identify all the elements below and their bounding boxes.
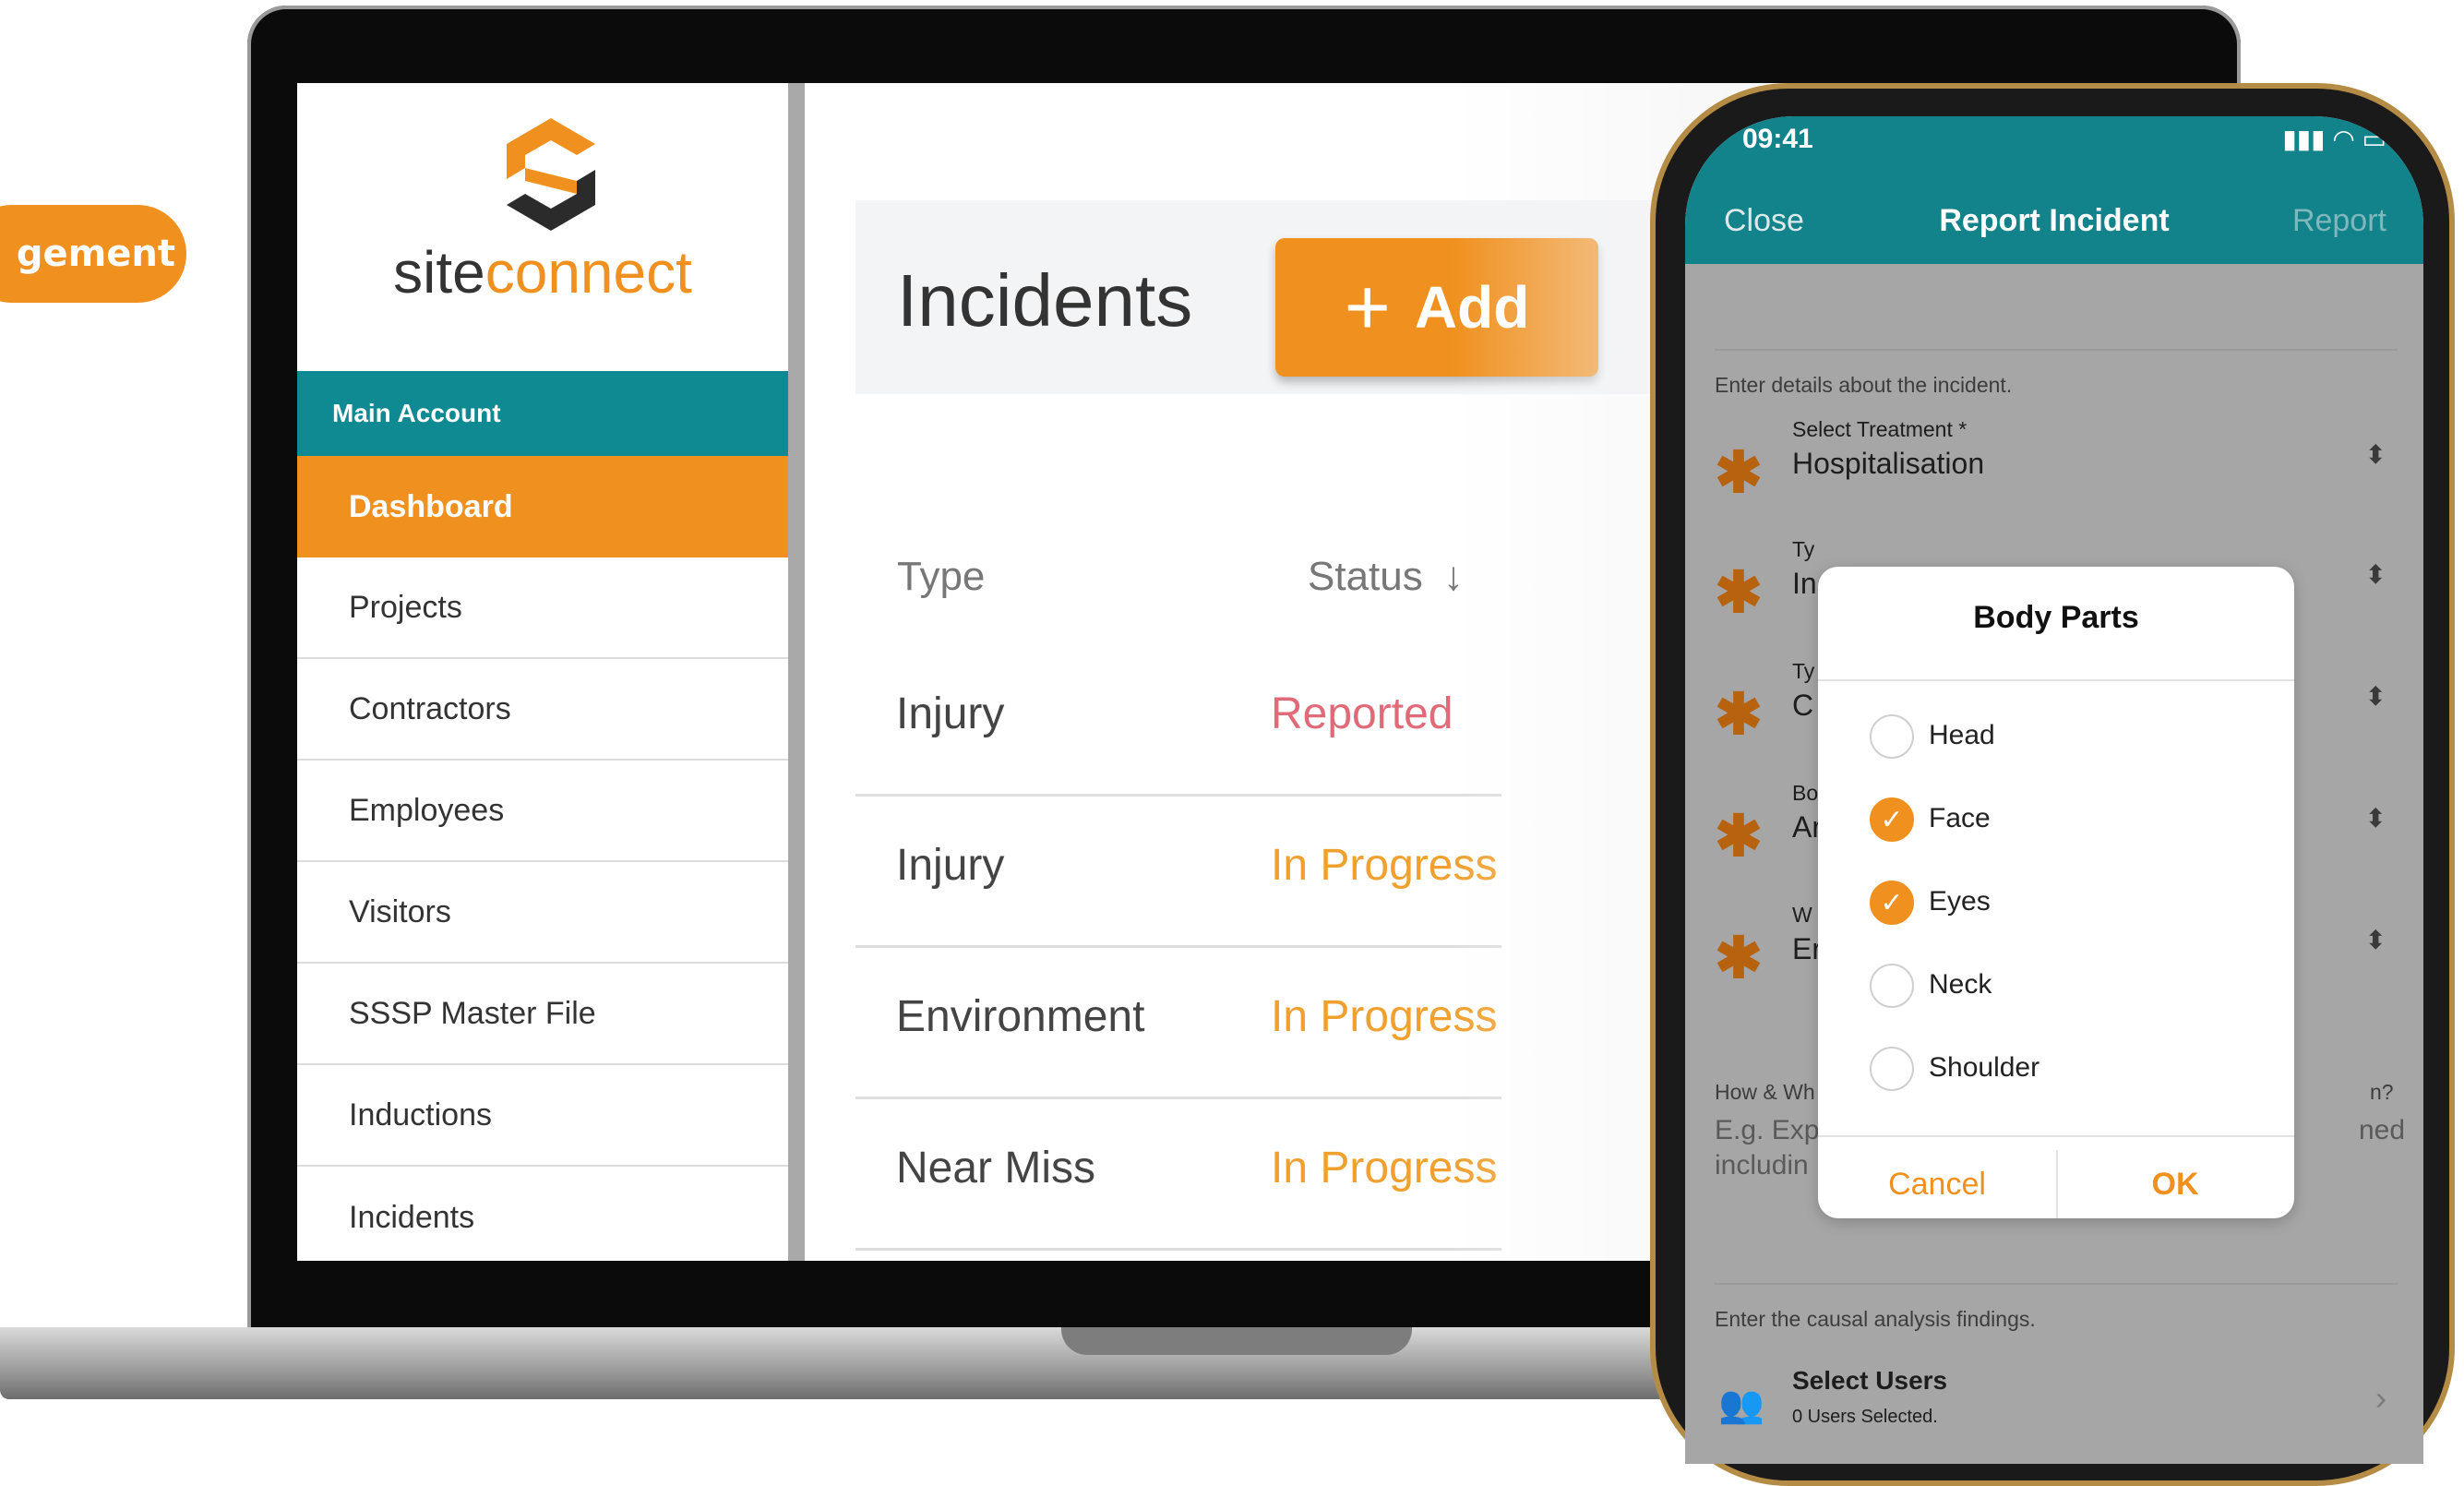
field-label: Ty [1792, 537, 1815, 561]
checkmark-icon: ✓ [1870, 881, 1914, 925]
field-label: Ty [1792, 659, 1815, 683]
column-header-status[interactable]: Status ↓ [1308, 554, 1464, 600]
sidebar-item-dashboard[interactable]: Dashboard [297, 456, 788, 557]
how-label-end: n? [2370, 1080, 2394, 1104]
incident-type: Injury [896, 689, 1005, 738]
required-star-icon: ✱ [1715, 441, 1763, 505]
table-row[interactable]: Environment In Progress [855, 945, 1501, 1099]
table-row[interactable]: Injury Reported [855, 642, 1501, 797]
field-label: Bo [1792, 781, 1819, 805]
category-badge-label: gement [16, 233, 175, 275]
updown-chevron-icon: ⬍ [2364, 926, 2386, 954]
sidebar-item-incidents[interactable]: Incidents [297, 1167, 788, 1261]
updown-chevron-icon: ⬍ [2364, 440, 2386, 469]
updown-chevron-icon: ⬍ [2364, 804, 2386, 833]
required-star-icon: ✱ [1715, 927, 1763, 990]
sidebar-item-projects[interactable]: Projects [297, 557, 788, 659]
radio-unchecked-icon [1870, 1047, 1914, 1091]
radio-unchecked-icon [1870, 964, 1914, 1008]
select-users-title: Select Users [1792, 1366, 1948, 1395]
sidebar-item-contractors[interactable]: Contractors [297, 659, 788, 761]
page-title: Incidents [897, 259, 1193, 342]
sidebar-item-inductions[interactable]: Inductions [297, 1065, 788, 1167]
status-time: 09:41 [1742, 124, 1813, 154]
brand-name: siteconnect [393, 239, 692, 306]
plus-icon: + [1344, 262, 1391, 352]
option-neck[interactable]: Neck [1818, 945, 2294, 1028]
field-label: W [1792, 903, 1812, 927]
report-button[interactable]: Report [2292, 203, 2386, 239]
how-label: How & Wh [1715, 1080, 1815, 1104]
checkmark-icon: ✓ [1870, 797, 1914, 842]
cancel-button[interactable]: Cancel [1818, 1150, 2058, 1218]
required-star-icon: ✱ [1715, 805, 1763, 869]
laptop-base [0, 1327, 1846, 1399]
table-row[interactable]: Injury In Progress [855, 794, 1501, 948]
section-causal-text: Enter the causal analysis findings. [1715, 1307, 2036, 1331]
siteconnect-logo-icon [507, 118, 595, 231]
column-header-type[interactable]: Type [897, 554, 985, 600]
ok-button[interactable]: OK [2056, 1150, 2294, 1218]
sidebar-item-employees[interactable]: Employees [297, 761, 788, 862]
field-value: C [1792, 689, 1814, 722]
how-placeholder-end: ned [2359, 1115, 2406, 1145]
account-header[interactable]: Main Account [297, 371, 788, 456]
phone-header: 09:41 ▮▮▮ ◠ ▭ Close Report Incident Repo… [1685, 116, 2423, 264]
sidebar: siteconnect Main Account Dashboard Proje… [297, 83, 805, 1261]
radio-unchecked-icon [1870, 714, 1914, 759]
table-row[interactable]: Near Miss In Progress [855, 1097, 1501, 1251]
section-details-text: Enter details about the incident. [1715, 373, 2013, 397]
select-users-sub: 0 Users Selected. [1792, 1407, 1938, 1427]
dialog-title: Body Parts [1973, 600, 2139, 635]
divider [1818, 1135, 2294, 1137]
required-star-icon: ✱ [1715, 683, 1763, 747]
divider [1818, 679, 2294, 681]
divider [1715, 349, 2398, 351]
required-star-icon: ✱ [1715, 561, 1763, 625]
sidebar-item-sssp-master-file[interactable]: SSSP Master File [297, 964, 788, 1065]
chevron-right-icon: › [2375, 1379, 2386, 1417]
incident-type: Near Miss [896, 1144, 1096, 1192]
option-face[interactable]: ✓ Face [1818, 779, 2294, 862]
option-shoulder[interactable]: Shoulder [1818, 1028, 2294, 1111]
how-placeholder-line2: includin [1715, 1150, 1809, 1180]
incident-type: Environment [896, 992, 1145, 1041]
option-head[interactable]: Head [1818, 696, 2294, 779]
divider [1715, 1283, 2398, 1285]
incident-type: Injury [896, 841, 1005, 890]
laptop-notch [1061, 1327, 1412, 1355]
category-badge: gement [0, 205, 186, 303]
incident-status: Reported [1271, 689, 1453, 738]
field-label: Select Treatment * [1792, 417, 1968, 441]
option-eyes[interactable]: ✓ Eyes [1818, 862, 2294, 945]
sidebar-item-visitors[interactable]: Visitors [297, 862, 788, 964]
how-placeholder[interactable]: E.g. Exp [1715, 1115, 1819, 1146]
body-parts-dialog: Body Parts Head ✓ Face ✓ Eyes Neck Shoul… [1818, 567, 2294, 1218]
updown-chevron-icon: ⬍ [2364, 682, 2386, 711]
updown-chevron-icon: ⬍ [2364, 560, 2386, 589]
users-icon: 👥 [1718, 1384, 1764, 1425]
field-value: Hospitalisation [1792, 447, 1985, 480]
signal-wifi-battery-icon: ▮▮▮ ◠ ▭ [2282, 125, 2386, 153]
field-value: In [1792, 567, 1817, 600]
